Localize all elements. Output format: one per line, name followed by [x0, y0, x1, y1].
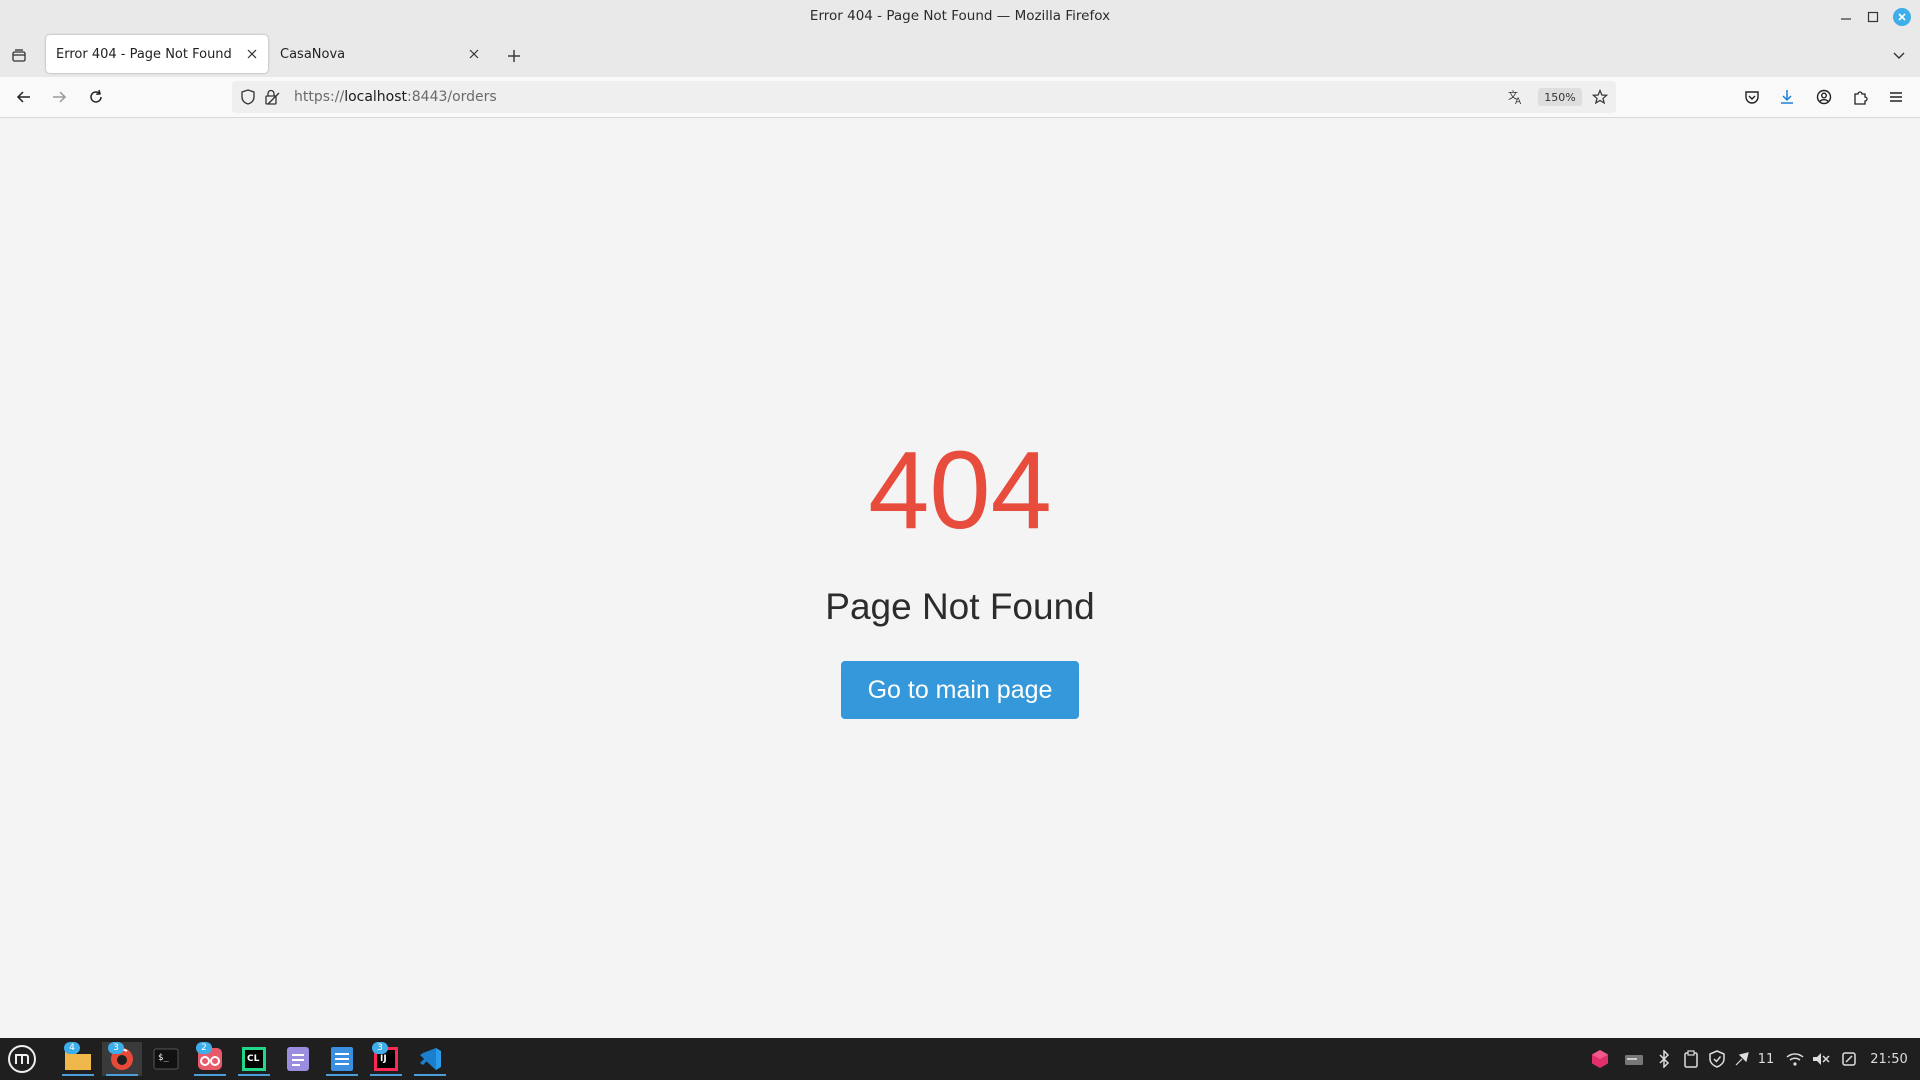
minimize-button[interactable] — [1835, 6, 1857, 28]
star-bookmark-icon[interactable] — [1592, 89, 1608, 105]
maximize-icon — [1867, 11, 1879, 23]
app-menu-button[interactable] — [1884, 85, 1908, 109]
page-content: 404 Page Not Found Go to main page — [0, 118, 1920, 1038]
text-editor-icon — [287, 1047, 309, 1071]
account-button[interactable] — [1812, 85, 1836, 109]
hamburger-menu-icon — [1890, 92, 1902, 102]
reload-button[interactable] — [84, 85, 108, 109]
download-icon — [1781, 90, 1793, 104]
account-icon — [1816, 89, 1832, 105]
viewer-badge: 2 — [196, 1042, 212, 1054]
writer-icon — [331, 1047, 353, 1071]
lock-warning-icon[interactable] — [264, 89, 280, 105]
close-window-button[interactable] — [1891, 6, 1913, 28]
taskbar-vscode[interactable] — [410, 1042, 450, 1076]
taskbar-intellij[interactable]: 3 IJ — [366, 1042, 406, 1076]
tray-app-icon[interactable] — [1588, 1048, 1612, 1070]
plus-icon — [508, 50, 520, 62]
close-tab-button[interactable] — [242, 44, 262, 64]
taskbar-clion[interactable]: CL — [234, 1042, 274, 1076]
terminal-icon: $_ — [153, 1048, 179, 1070]
url-text[interactable]: https://localhost:8443/orders — [294, 89, 497, 105]
close-tab-button[interactable] — [464, 44, 484, 64]
tab-casanova[interactable]: CasaNova — [270, 35, 490, 73]
translate-icon[interactable]: 文A — [1508, 89, 1524, 105]
window-titlebar: Error 404 - Page Not Found — Mozilla Fir… — [0, 0, 1920, 33]
zoom-level-button[interactable]: 150% — [1538, 88, 1582, 106]
tab-error-404[interactable]: Error 404 - Page Not Found — [46, 35, 268, 73]
url-path: :8443/orders — [407, 89, 497, 105]
bluetooth-icon[interactable] — [1654, 1048, 1674, 1070]
tab-label: Error 404 - Page Not Found — [56, 46, 232, 62]
taskbar-files[interactable]: 4 — [58, 1042, 98, 1076]
vscode-icon — [420, 1048, 441, 1070]
error-code: 404 — [868, 429, 1052, 552]
network-settings-icon[interactable] — [1838, 1048, 1860, 1070]
svg-text:A: A — [1515, 97, 1522, 105]
files-badge: 4 — [64, 1042, 80, 1054]
minimize-icon — [1841, 18, 1851, 20]
back-button[interactable] — [12, 85, 36, 109]
wifi-icon[interactable] — [1784, 1048, 1806, 1070]
url-scheme: https:// — [294, 89, 345, 105]
shield-update-icon[interactable] — [1706, 1048, 1728, 1070]
taskbar-writer[interactable] — [322, 1042, 362, 1076]
taskbar: 4 3 $_ 2 CL 3 IJ 11 21:50 — [0, 1038, 1920, 1080]
drive-icon[interactable] — [1622, 1048, 1646, 1070]
taskbar-text-editor[interactable] — [278, 1042, 318, 1076]
intellij-badge: 3 — [372, 1042, 388, 1054]
svg-text:IJ: IJ — [380, 1054, 387, 1064]
close-icon — [247, 49, 257, 59]
svg-text:CL: CL — [247, 1054, 260, 1064]
address-bar[interactable]: https://localhost:8443/orders 文A 150% — [232, 81, 1616, 113]
shield-icon[interactable] — [240, 89, 256, 105]
maximize-button[interactable] — [1862, 6, 1884, 28]
svg-text:$_: $_ — [158, 1053, 169, 1063]
go-to-main-page-button[interactable]: Go to main page — [841, 661, 1079, 719]
arrow-left-icon — [16, 91, 30, 103]
start-menu-button[interactable] — [2, 1042, 42, 1076]
puzzle-icon — [1854, 91, 1868, 105]
url-host: localhost — [344, 89, 408, 105]
clipboard-icon[interactable] — [1680, 1048, 1702, 1070]
arrow-right-icon — [53, 91, 67, 103]
list-all-tabs-button[interactable] — [8, 45, 30, 67]
taskbar-viewer[interactable]: 2 — [190, 1042, 230, 1076]
close-icon — [469, 49, 479, 59]
downloads-button[interactable] — [1775, 85, 1799, 109]
new-tab-button[interactable] — [503, 45, 525, 67]
pocket-icon — [1745, 91, 1759, 104]
taskbar-browser[interactable]: 3 — [102, 1042, 142, 1076]
reload-icon — [90, 89, 102, 103]
close-icon — [1893, 8, 1911, 26]
window-title: Error 404 - Page Not Found — Mozilla Fir… — [809, 8, 1111, 24]
tab-list-icon — [12, 49, 26, 62]
error-message: Page Not Found — [825, 586, 1095, 627]
volume-muted-icon[interactable] — [1810, 1048, 1832, 1070]
forward-button[interactable] — [47, 85, 71, 109]
clion-icon: CL — [242, 1047, 266, 1071]
navigation-toolbar: https://localhost:8443/orders 文A 150% — [0, 77, 1920, 118]
menu-icon — [8, 1045, 36, 1073]
tab-strip: Error 404 - Page Not Found CasaNova — [0, 33, 1920, 77]
notifications-count[interactable]: 11 — [1754, 1048, 1778, 1070]
extensions-button[interactable] — [1848, 85, 1872, 109]
tab-label: CasaNova — [280, 46, 346, 62]
tab-overflow-button[interactable] — [1888, 45, 1910, 67]
clock[interactable]: 21:50 — [1866, 1048, 1912, 1070]
notifications-icon[interactable] — [1732, 1048, 1752, 1070]
browser-badge: 3 — [108, 1042, 124, 1054]
pocket-button[interactable] — [1740, 85, 1764, 109]
taskbar-terminal[interactable]: $_ — [146, 1042, 186, 1076]
chevron-down-icon — [1893, 52, 1905, 59]
